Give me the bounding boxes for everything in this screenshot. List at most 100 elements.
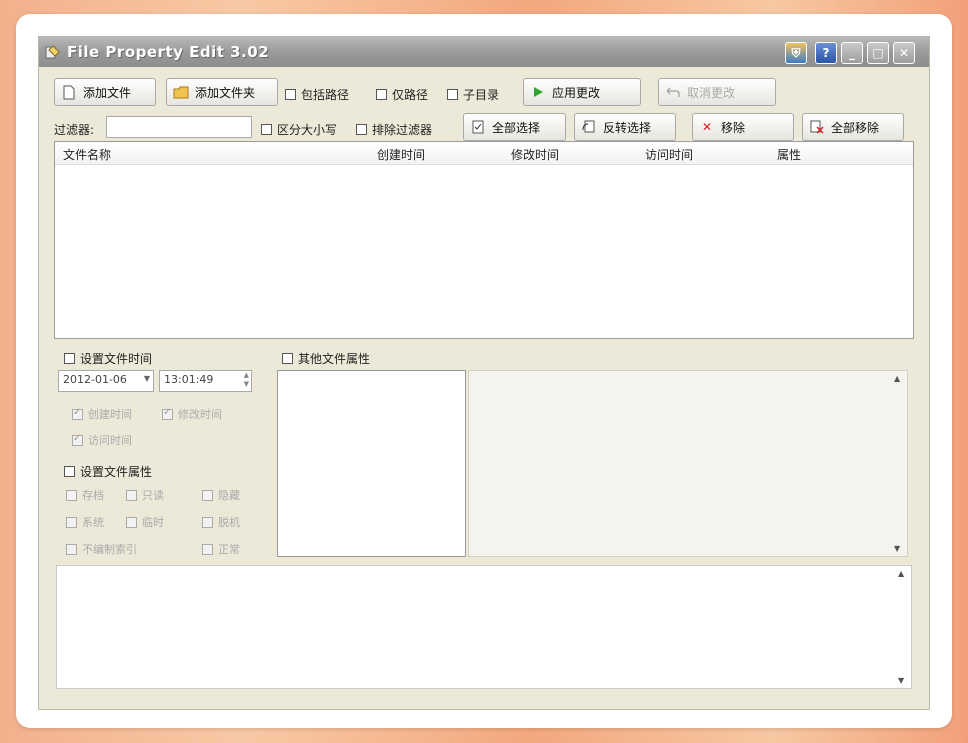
normal-checkbox[interactable]: 正常	[202, 541, 240, 557]
select-all-button[interactable]: 全部选择	[463, 113, 566, 141]
invert-selection-button[interactable]: 反转选择	[574, 113, 676, 141]
temporary-checkbox[interactable]: 临时	[126, 514, 164, 530]
file-list[interactable]: 文件名称 创建时间 修改时间 访问时间 属性	[54, 141, 914, 339]
apply-label: 应用更改	[552, 85, 601, 100]
case-sensitive-checkbox[interactable]: 区分大小写	[261, 121, 337, 138]
scroll-down-icon[interactable]: ▼	[894, 544, 900, 553]
set-file-attributes-checkbox[interactable]: 设置文件属性	[64, 463, 152, 480]
path-only-checkbox[interactable]: 仅路径	[376, 86, 428, 103]
log-textarea[interactable]: ▲ ▼	[56, 565, 912, 689]
help-icon[interactable]: ?	[815, 42, 837, 64]
accessed-time-box[interactable]	[72, 433, 83, 446]
readonly-box[interactable]	[126, 489, 137, 501]
include-path-checkbox[interactable]: 包括路径	[285, 86, 349, 103]
include-path-label: 包括路径	[301, 88, 350, 102]
apply-button[interactable]: 应用更改	[523, 78, 641, 106]
column-header-created[interactable]: 创建时间	[377, 146, 425, 163]
normal-label: 正常	[218, 543, 240, 556]
other-attributes-checkbox[interactable]: 其他文件属性	[282, 350, 370, 367]
file-icon	[61, 84, 77, 100]
folder-icon	[173, 84, 189, 100]
app-window: File Property Edit 3.02 ⛨ ? _ □ ✕ 添加文件 添…	[38, 36, 930, 710]
filter-input[interactable]	[106, 116, 252, 138]
other-attributes-box[interactable]	[282, 353, 293, 364]
readonly-checkbox[interactable]: 只读	[126, 487, 164, 503]
maximize-icon[interactable]: □	[867, 42, 889, 64]
not-indexed-checkbox[interactable]: 不编制索引	[66, 541, 137, 557]
app-icon	[45, 44, 61, 60]
select-all-label: 全部选择	[492, 120, 541, 135]
remove-all-label: 全部移除	[831, 120, 880, 135]
column-header-modified[interactable]: 修改时间	[511, 146, 559, 163]
not-indexed-label: 不编制索引	[82, 543, 137, 556]
path-only-label: 仅路径	[392, 88, 429, 102]
offline-checkbox[interactable]: 脱机	[202, 514, 240, 530]
remove-all-button[interactable]: 全部移除	[802, 113, 904, 141]
spin-icon[interactable]: ▲ ▼	[244, 371, 249, 389]
modified-time-box[interactable]	[162, 407, 173, 420]
accessed-time-label: 访问时间	[88, 434, 132, 447]
column-header-name[interactable]: 文件名称	[63, 146, 111, 163]
set-file-attributes-box[interactable]	[64, 466, 75, 477]
remove-icon: ✕	[701, 120, 713, 134]
archive-checkbox[interactable]: 存档	[66, 487, 104, 503]
set-file-time-checkbox[interactable]: 设置文件时间	[64, 350, 152, 367]
log-scrollbar[interactable]: ▲ ▼	[895, 566, 911, 688]
system-label: 系统	[82, 516, 104, 529]
hidden-label: 隐藏	[218, 489, 240, 502]
archive-box[interactable]	[66, 489, 77, 501]
close-icon[interactable]: ✕	[893, 42, 915, 64]
add-file-label: 添加文件	[83, 85, 132, 100]
temporary-label: 临时	[142, 516, 164, 529]
accessed-time-checkbox[interactable]: 访问时间	[72, 432, 132, 448]
case-sensitive-box[interactable]	[261, 124, 272, 135]
chevron-down-icon[interactable]: ▼	[144, 374, 150, 383]
temporary-box[interactable]	[126, 516, 137, 528]
remove-all-icon	[809, 119, 825, 135]
system-checkbox[interactable]: 系统	[66, 514, 104, 530]
path-only-box[interactable]	[376, 89, 387, 100]
not-indexed-box[interactable]	[66, 543, 77, 555]
created-time-checkbox[interactable]: 创建时间	[72, 406, 132, 422]
created-time-box[interactable]	[72, 407, 83, 420]
shield-icon[interactable]: ⛨	[785, 42, 807, 64]
case-sensitive-label: 区分大小写	[277, 123, 338, 137]
log-scroll-up-icon[interactable]: ▲	[898, 569, 904, 578]
other-attributes-label: 其他文件属性	[298, 352, 371, 366]
modified-time-label: 修改时间	[178, 408, 222, 421]
log-scroll-down-icon[interactable]: ▼	[898, 676, 904, 685]
add-folder-button[interactable]: 添加文件夹	[166, 78, 278, 106]
include-path-box[interactable]	[285, 89, 296, 100]
system-box[interactable]	[66, 516, 77, 528]
archive-label: 存档	[82, 489, 104, 502]
date-picker[interactable]: 2012-01-06 ▼	[58, 370, 154, 392]
normal-box[interactable]	[202, 543, 213, 555]
exclude-filter-checkbox[interactable]: 排除过滤器	[356, 121, 432, 138]
subdir-checkbox[interactable]: 子目录	[447, 86, 499, 103]
attribute-detail-pane[interactable]: ▲ ▼	[468, 370, 908, 557]
column-header-accessed[interactable]: 访问时间	[645, 146, 693, 163]
set-file-time-box[interactable]	[64, 353, 75, 364]
time-picker[interactable]: 13:01:49 ▲ ▼	[159, 370, 252, 392]
add-file-button[interactable]: 添加文件	[54, 78, 156, 106]
detail-scrollbar[interactable]: ▲ ▼	[891, 371, 907, 556]
readonly-label: 只读	[142, 489, 164, 502]
window-title: File Property Edit 3.02	[67, 43, 270, 61]
hidden-checkbox[interactable]: 隐藏	[202, 487, 240, 503]
column-header-attributes[interactable]: 属性	[777, 146, 801, 163]
exclude-filter-label: 排除过滤器	[372, 123, 433, 137]
other-attributes-list[interactable]	[277, 370, 466, 557]
set-file-time-label: 设置文件时间	[80, 352, 153, 366]
remove-button[interactable]: ✕ 移除	[692, 113, 794, 141]
hidden-box[interactable]	[202, 489, 213, 501]
subdir-box[interactable]	[447, 89, 458, 100]
remove-label: 移除	[721, 120, 746, 135]
exclude-filter-box[interactable]	[356, 124, 367, 135]
offline-box[interactable]	[202, 516, 213, 528]
modified-time-checkbox[interactable]: 修改时间	[162, 406, 222, 422]
scroll-up-icon[interactable]: ▲	[894, 374, 900, 383]
title-bar[interactable]: File Property Edit 3.02 ⛨ ? _ □ ✕	[39, 37, 929, 67]
cancel-button[interactable]: 取消更改	[658, 78, 776, 106]
minimize-icon[interactable]: _	[841, 42, 863, 64]
filter-label: 过滤器:	[54, 123, 95, 137]
